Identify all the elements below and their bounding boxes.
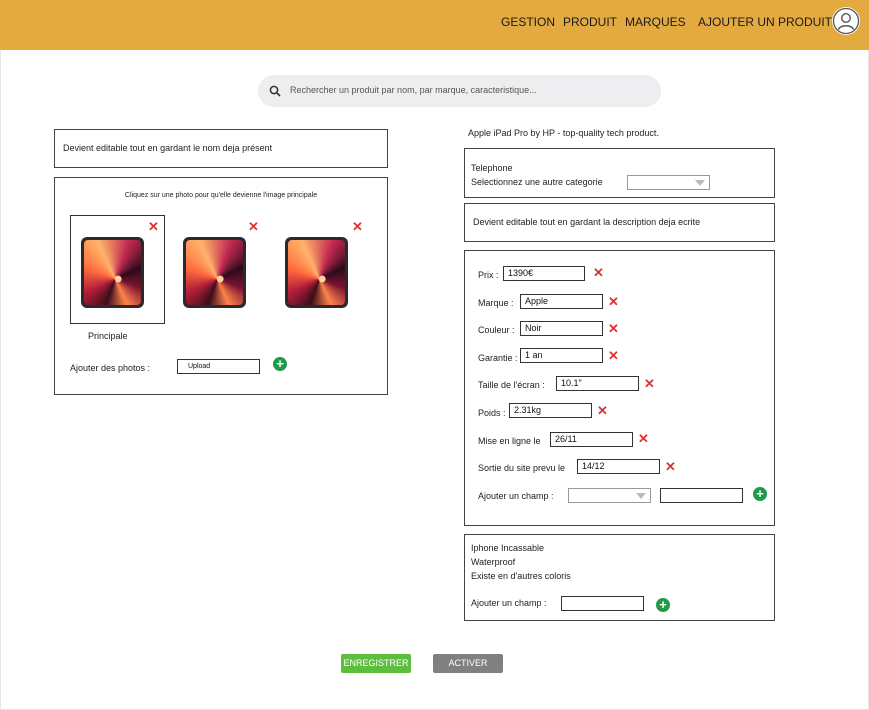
feature-item: Existe en d'autres coloris xyxy=(471,571,571,581)
remove-spec-marque-icon[interactable]: ✕ xyxy=(608,295,619,308)
description-box[interactable]: Devient editable tout en gardant la desc… xyxy=(464,203,775,242)
specs-panel: Prix : 1390€ ✕ Marque : Apple ✕ Couleur … xyxy=(464,250,775,526)
remove-spec-prix-icon[interactable]: ✕ xyxy=(593,266,604,279)
chevron-down-icon xyxy=(695,180,705,186)
description-text: Devient editable tout en gardant la desc… xyxy=(473,217,701,227)
spec-label-mise-en-ligne: Mise en ligne le xyxy=(478,436,541,446)
remove-spec-sortie-icon[interactable]: ✕ xyxy=(665,460,676,473)
remove-spec-poids-icon[interactable]: ✕ xyxy=(597,404,608,417)
remove-photo-3-icon[interactable]: ✕ xyxy=(352,220,363,233)
category-select[interactable] xyxy=(627,175,710,190)
feature-item: Iphone Incassable xyxy=(471,543,545,553)
add-field-value-input[interactable] xyxy=(660,488,743,503)
save-button[interactable]: ENREGISTRER xyxy=(341,654,411,673)
add-feature-plus-icon[interactable]: + xyxy=(656,598,670,612)
nav-marques[interactable]: MARQUES xyxy=(625,15,686,29)
add-field-select[interactable] xyxy=(568,488,651,503)
spec-label-prix: Prix : xyxy=(478,270,499,280)
spec-label-couleur: Couleur : xyxy=(478,325,515,335)
add-spec-plus-icon[interactable]: + xyxy=(753,487,767,501)
features-panel: Iphone Incassable Waterproof Existe en d… xyxy=(464,534,775,621)
search-bar[interactable]: Rechercher un produit par nom, par marqu… xyxy=(258,75,661,107)
spec-label-taille-ecran: Taille de l'écran : xyxy=(478,380,545,390)
spec-field-prix[interactable]: 1390€ xyxy=(503,266,585,281)
photo-hint: Cliquez sur une photo pour qu'elle devie… xyxy=(124,192,318,199)
category-panel: Telephone Selectionnez une autre categor… xyxy=(464,148,775,198)
remove-spec-mise-en-ligne-icon[interactable]: ✕ xyxy=(638,432,649,445)
add-feature-label: Ajouter un champ : xyxy=(471,598,547,608)
spec-field-taille-ecran[interactable]: 10.1" xyxy=(556,376,639,391)
spec-label-garantie: Garantie : xyxy=(478,353,518,363)
spec-field-poids[interactable]: 2.31kg xyxy=(509,403,592,418)
add-photos-label: Ajouter des photos : xyxy=(70,363,151,373)
product-name-box[interactable]: Devient editable tout en gardant le nom … xyxy=(54,129,388,168)
search-icon xyxy=(269,85,281,97)
spec-field-marque[interactable]: Apple xyxy=(520,294,603,309)
add-photo-plus-icon[interactable]: + xyxy=(273,357,287,371)
product-photo-3[interactable] xyxy=(285,237,348,308)
product-title: Apple iPad Pro by HP - top-quality tech … xyxy=(468,128,659,138)
category-prompt: Selectionnez une autre categorie xyxy=(471,177,603,187)
add-feature-input[interactable] xyxy=(561,596,644,611)
spec-field-couleur[interactable]: Noir xyxy=(520,321,603,336)
chevron-down-icon xyxy=(636,493,646,499)
nav-ajouter-produit[interactable]: AJOUTER UN PRODUIT xyxy=(698,15,832,29)
remove-spec-taille-ecran-icon[interactable]: ✕ xyxy=(644,377,655,390)
spec-field-mise-en-ligne[interactable]: 26/11 xyxy=(550,432,633,447)
remove-photo-2-icon[interactable]: ✕ xyxy=(248,220,259,233)
spec-field-garantie[interactable]: 1 an xyxy=(520,348,603,363)
spec-label-marque: Marque : xyxy=(478,298,514,308)
principal-label: Principale xyxy=(88,331,128,341)
category-value: Telephone xyxy=(471,163,513,173)
remove-spec-couleur-icon[interactable]: ✕ xyxy=(608,322,619,335)
upload-button[interactable]: Upload xyxy=(177,359,260,374)
user-avatar-icon[interactable] xyxy=(832,7,860,35)
spec-label-sortie: Sortie du site prevu le xyxy=(478,463,566,473)
remove-photo-1-icon[interactable]: ✕ xyxy=(148,220,159,233)
remove-spec-garantie-icon[interactable]: ✕ xyxy=(608,349,619,362)
product-photo-2[interactable] xyxy=(183,237,246,308)
product-photo-1[interactable] xyxy=(81,237,144,308)
spec-label-poids: Poids : xyxy=(478,408,506,418)
add-field-label: Ajouter un champ : xyxy=(478,491,554,501)
search-input[interactable]: Rechercher un produit par nom, par marqu… xyxy=(290,85,537,95)
activate-button[interactable]: ACTIVER xyxy=(433,654,503,673)
feature-item: Waterproof xyxy=(471,557,516,567)
nav-gestion[interactable]: GESTION xyxy=(501,15,555,29)
spec-field-sortie[interactable]: 14/12 xyxy=(577,459,660,474)
photos-panel: Cliquez sur une photo pour qu'elle devie… xyxy=(54,177,388,395)
nav-produit[interactable]: PRODUIT xyxy=(563,15,617,29)
product-name-text: Devient editable tout en gardant le nom … xyxy=(63,143,273,153)
